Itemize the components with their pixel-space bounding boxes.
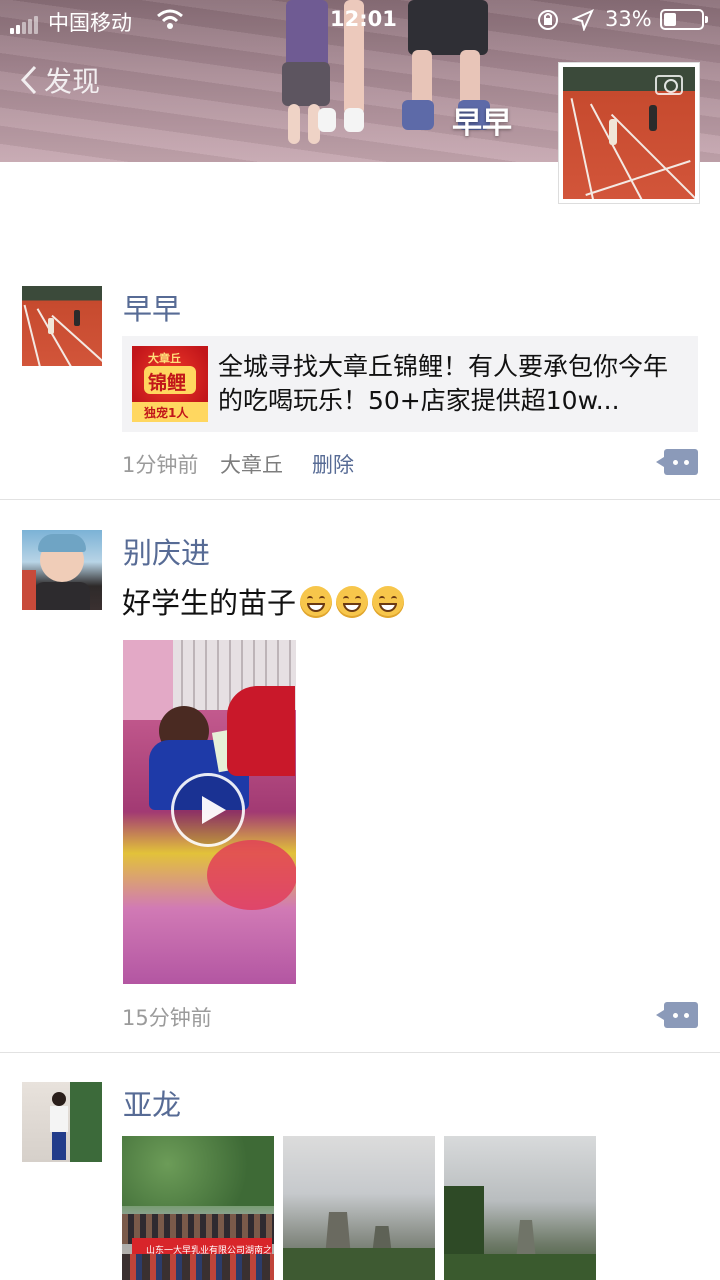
signal-icon xyxy=(34,16,38,34)
chevron-left-icon xyxy=(20,65,37,95)
badge-main-text: 锦鲤 xyxy=(148,372,187,394)
wifi-icon xyxy=(157,9,183,29)
post-divider xyxy=(0,499,720,500)
avatar[interactable] xyxy=(22,286,102,366)
post-time: 1分钟前 xyxy=(122,453,199,477)
post-divider xyxy=(0,1052,720,1053)
post-location[interactable]: 大章丘 xyxy=(220,449,283,479)
grin-icon xyxy=(300,586,333,618)
badge-top-text: 大章丘 xyxy=(148,352,181,365)
comment-button[interactable] xyxy=(656,1002,698,1028)
signal-icon xyxy=(16,25,20,34)
profile-avatar[interactable] xyxy=(558,62,700,204)
battery-icon xyxy=(660,9,708,30)
grin-icon xyxy=(372,586,405,618)
grin-icon xyxy=(336,586,369,618)
child-shorts xyxy=(282,62,330,106)
group-photo-banner: 山东一大早乳业有限公司湖南之旅 xyxy=(132,1238,272,1254)
post-text-line: 好学生的苗子 xyxy=(122,580,405,622)
shoe xyxy=(344,108,364,132)
comment-button[interactable] xyxy=(656,449,698,475)
status-bar: 中国移动 12:01 33% xyxy=(0,0,720,40)
carrier-label: 中国移动 xyxy=(48,11,132,35)
video-thumbnail[interactable] xyxy=(123,640,296,984)
shared-link-card[interactable]: 大章丘 锦鲤 独宠1人 全城寻找大章丘锦鲤！有人要承包你今年的吃喝玩乐！50+店… xyxy=(122,336,698,432)
clock: 12:01 xyxy=(330,7,397,31)
rotation-lock-icon xyxy=(538,10,558,30)
camera-icon xyxy=(655,75,683,95)
photo-thumbnail[interactable] xyxy=(283,1136,435,1280)
post-author[interactable]: 亚龙 xyxy=(123,1082,181,1124)
running-track-image xyxy=(22,286,102,366)
sneaker xyxy=(402,100,434,130)
post-author[interactable]: 早早 xyxy=(123,286,181,328)
delete-button[interactable]: 删除 xyxy=(312,449,354,479)
avatar[interactable] xyxy=(22,530,102,610)
play-icon[interactable] xyxy=(171,773,245,847)
signal-icon xyxy=(22,22,26,34)
signal-icon xyxy=(28,19,32,34)
running-track-image xyxy=(563,67,695,199)
battery-percent: 33% xyxy=(605,7,652,31)
flower-pattern xyxy=(207,840,296,910)
christmas-tree xyxy=(70,1082,102,1162)
location-arrow-icon xyxy=(572,9,594,31)
avatar[interactable] xyxy=(22,1082,102,1162)
back-button[interactable]: 发现 xyxy=(20,60,100,100)
photo-thumbnail[interactable] xyxy=(444,1136,596,1280)
post-author[interactable]: 别庆进 xyxy=(123,530,210,572)
shared-link-title: 全城寻找大章丘锦鲤！有人要承包你今年的吃喝玩乐！50+店家提供超10w... xyxy=(218,352,669,415)
signal-icon xyxy=(10,28,14,34)
shoe xyxy=(318,108,336,132)
post-time: 15分钟前 xyxy=(122,1006,212,1030)
photo-thumbnail[interactable]: 山东一大早乳业有限公司湖南之旅 xyxy=(122,1136,274,1280)
pillow xyxy=(123,640,173,720)
back-label: 发现 xyxy=(44,65,101,98)
profile-username[interactable]: 早早 xyxy=(452,98,512,142)
red-cushion xyxy=(227,686,295,776)
badge-bottom-text: 独宠1人 xyxy=(144,406,189,420)
post-text: 好学生的苗子 xyxy=(122,586,297,620)
child-leg xyxy=(288,104,300,144)
shared-link-thumbnail: 大章丘 锦鲤 独宠1人 xyxy=(132,346,208,422)
